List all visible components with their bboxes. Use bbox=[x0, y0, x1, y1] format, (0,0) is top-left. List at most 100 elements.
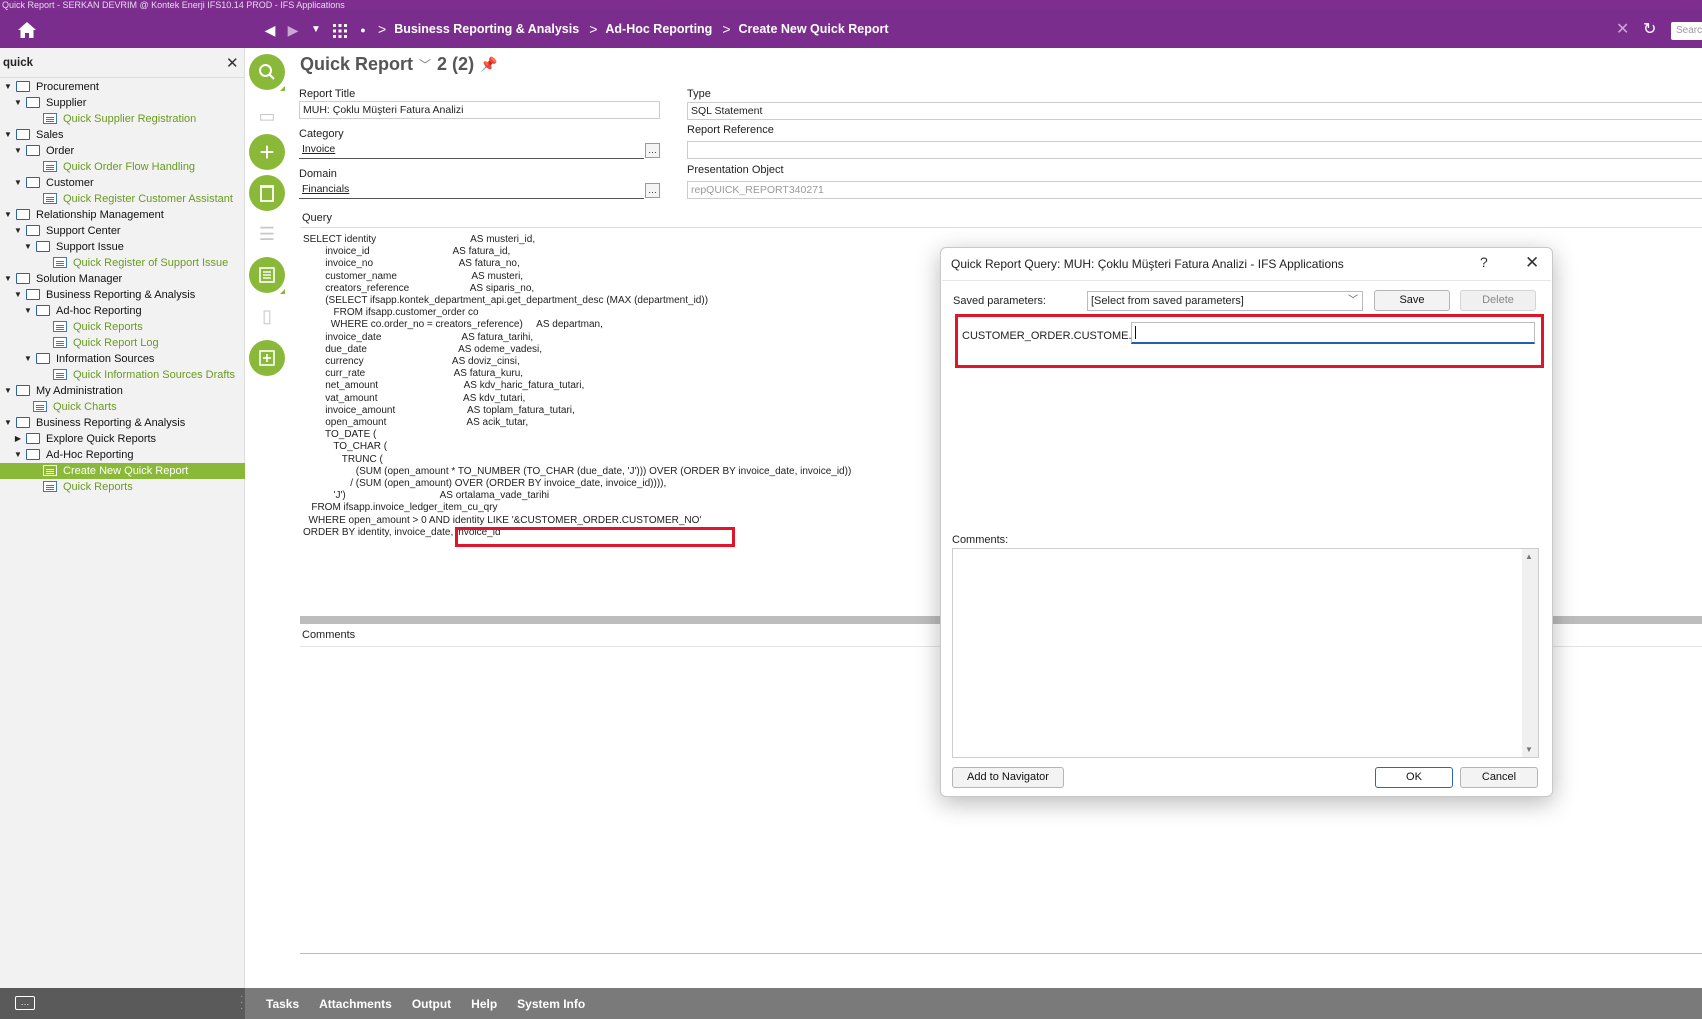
navigator-folder[interactable]: ▶ Explore Quick Reports bbox=[0, 431, 245, 447]
collapse-icon[interactable]: ▼ bbox=[3, 127, 13, 143]
category-field[interactable]: Invoice bbox=[299, 141, 644, 159]
collapse-icon[interactable]: ▼ bbox=[3, 79, 13, 95]
navigator-item[interactable]: Quick Report Log bbox=[0, 335, 245, 351]
navigator-item[interactable]: Quick Charts bbox=[0, 399, 245, 415]
breadcrumb-item[interactable]: > Business Reporting & Analysis bbox=[378, 21, 579, 37]
collapse-icon[interactable]: ▼ bbox=[23, 351, 33, 367]
collapse-icon[interactable]: ▼ bbox=[13, 175, 23, 191]
navigator-folder[interactable]: ▼ Ad-hoc Reporting bbox=[0, 303, 245, 319]
navigator-folder[interactable]: ▼ Support Center bbox=[0, 223, 245, 239]
delete-icon[interactable] bbox=[249, 175, 285, 211]
history-dropdown-icon[interactable]: ▼ bbox=[309, 20, 323, 40]
page-icon bbox=[33, 401, 47, 412]
saved-parameters-select[interactable]: [Select from saved parameters] ﹀ bbox=[1087, 291, 1363, 311]
report-title-field[interactable]: MUH: Çoklu Müşteri Fatura Analizi bbox=[299, 101, 660, 119]
parameter-input[interactable] bbox=[1131, 322, 1535, 344]
chevron-down-icon[interactable]: ﹀ bbox=[419, 56, 431, 73]
domain-lov-button[interactable]: … bbox=[645, 183, 660, 198]
type-field[interactable]: SQL Statement bbox=[687, 102, 1702, 120]
tab-output[interactable]: Output bbox=[412, 997, 451, 1011]
save-button[interactable]: Save bbox=[1374, 290, 1450, 311]
collapse-icon[interactable]: ▼ bbox=[13, 95, 23, 111]
add-icon[interactable]: + bbox=[249, 134, 285, 170]
collapse-icon[interactable]: ▼ bbox=[13, 287, 23, 303]
pin-icon[interactable]: 📌 bbox=[480, 56, 497, 73]
close-icon[interactable]: ✕ bbox=[1616, 20, 1629, 40]
breadcrumb-item[interactable]: > Ad-Hoc Reporting bbox=[589, 21, 712, 37]
navigator-item[interactable]: Quick Reports bbox=[0, 319, 245, 335]
apps-grid-icon[interactable] bbox=[333, 24, 347, 38]
list-icon[interactable]: ☰ bbox=[249, 216, 285, 252]
category-lov-button[interactable]: … bbox=[645, 143, 660, 158]
forward-arrow-icon[interactable]: ▶ bbox=[285, 20, 301, 40]
collapse-icon[interactable]: ▼ bbox=[3, 415, 13, 431]
navigator-folder[interactable]: ▼ Business Reporting & Analysis bbox=[0, 287, 245, 303]
scroll-down-icon[interactable]: ▼ bbox=[1525, 745, 1533, 754]
navigator-folder[interactable]: ▼ Information Sources bbox=[0, 351, 245, 367]
collapse-icon[interactable]: ▼ bbox=[3, 207, 13, 223]
report-icon[interactable] bbox=[249, 257, 285, 293]
collapse-icon[interactable]: ▼ bbox=[3, 271, 13, 287]
add-to-navigator-button[interactable]: Add to Navigator bbox=[952, 767, 1064, 788]
tab-attachments[interactable]: Attachments bbox=[319, 997, 392, 1011]
navigator-folder[interactable]: ▼ Relationship Management bbox=[0, 207, 245, 223]
navigator-item[interactable]: Create New Quick Report bbox=[0, 463, 245, 479]
navigator-item[interactable]: Quick Register of Support Issue bbox=[0, 255, 245, 271]
global-search-input[interactable]: Search bbox=[1671, 22, 1702, 40]
scrollbar[interactable]: ▲ ▼ bbox=[1522, 549, 1538, 757]
save-icon[interactable]: ▭ bbox=[249, 98, 285, 134]
navigator-folder[interactable]: ▼ Sales bbox=[0, 127, 245, 143]
delete-button[interactable]: Delete bbox=[1460, 290, 1536, 311]
navigator-item[interactable]: Quick Order Flow Handling bbox=[0, 159, 245, 175]
collapse-icon[interactable]: ▼ bbox=[3, 383, 13, 399]
navigator-folder[interactable]: ▼ My Administration bbox=[0, 383, 245, 399]
collapse-icon[interactable]: ▼ bbox=[23, 239, 33, 255]
clear-search-icon[interactable]: ✕ bbox=[226, 54, 239, 72]
close-icon[interactable]: ✕ bbox=[1525, 253, 1539, 273]
navigator-search[interactable]: quick ✕ bbox=[0, 48, 245, 78]
tab-help[interactable]: Help bbox=[471, 997, 497, 1011]
query-text[interactable]: SELECT identity AS musteri_id, invoice_i… bbox=[303, 234, 851, 539]
report-reference-field[interactable] bbox=[687, 141, 1702, 159]
page-icon bbox=[53, 321, 67, 332]
collapse-icon[interactable]: ▼ bbox=[23, 303, 33, 319]
back-arrow-icon[interactable]: ◀ bbox=[262, 20, 278, 40]
collapse-icon[interactable]: ▼ bbox=[13, 223, 23, 239]
tab-tasks[interactable]: Tasks bbox=[266, 997, 299, 1011]
bottom-tabs: Tasks Attachments Output Help System Inf… bbox=[266, 988, 585, 1019]
presentation-object-field[interactable]: repQUICK_REPORT340271 bbox=[687, 181, 1702, 199]
collapse-icon[interactable]: ▼ bbox=[13, 143, 23, 159]
tab-system-info[interactable]: System Info bbox=[517, 997, 585, 1011]
navigator-item-label: Create New Quick Report bbox=[63, 465, 189, 477]
navigator-item[interactable]: Quick Reports bbox=[0, 479, 245, 495]
navigator-folder[interactable]: ▼ Solution Manager bbox=[0, 271, 245, 287]
navigator-item[interactable]: Quick Information Sources Drafts bbox=[0, 367, 245, 383]
dialog-comments-textarea[interactable]: ▲ ▼ bbox=[952, 548, 1539, 758]
navigator-folder[interactable]: ▼ Procurement bbox=[0, 79, 245, 95]
breadcrumb-item[interactable]: > Create New Quick Report bbox=[722, 21, 888, 37]
ok-button[interactable]: OK bbox=[1375, 767, 1453, 788]
scroll-up-icon[interactable]: ▲ bbox=[1525, 552, 1533, 561]
chat-icon[interactable]: … bbox=[15, 996, 35, 1010]
new-document-icon[interactable] bbox=[249, 340, 285, 376]
navigator-folder[interactable]: ▼ Customer bbox=[0, 175, 245, 191]
navigator-item-label: Sales bbox=[36, 129, 64, 141]
document-icon[interactable]: ▯ bbox=[249, 298, 285, 334]
navigator-item[interactable]: Quick Supplier Registration bbox=[0, 111, 245, 127]
resize-handle-icon[interactable]: · · · bbox=[240, 992, 243, 1014]
navigator-folder[interactable]: ▼ Ad-Hoc Reporting bbox=[0, 447, 245, 463]
refresh-icon[interactable]: ↻ bbox=[1643, 20, 1656, 40]
navigator-search-input[interactable]: quick bbox=[3, 57, 33, 69]
expand-icon[interactable]: ▶ bbox=[13, 431, 23, 447]
navigator-folder[interactable]: ▼ Order bbox=[0, 143, 245, 159]
help-icon[interactable]: ? bbox=[1480, 254, 1488, 270]
search-icon[interactable] bbox=[249, 54, 285, 90]
navigator-folder[interactable]: ▼ Business Reporting & Analysis bbox=[0, 415, 245, 431]
home-icon[interactable] bbox=[17, 21, 37, 39]
collapse-icon[interactable]: ▼ bbox=[13, 447, 23, 463]
navigator-folder[interactable]: ▼ Support Issue bbox=[0, 239, 245, 255]
navigator-item[interactable]: Quick Register Customer Assistant bbox=[0, 191, 245, 207]
domain-field[interactable]: Financials bbox=[299, 181, 644, 199]
navigator-folder[interactable]: ▼ Supplier bbox=[0, 95, 245, 111]
cancel-button[interactable]: Cancel bbox=[1460, 767, 1538, 788]
